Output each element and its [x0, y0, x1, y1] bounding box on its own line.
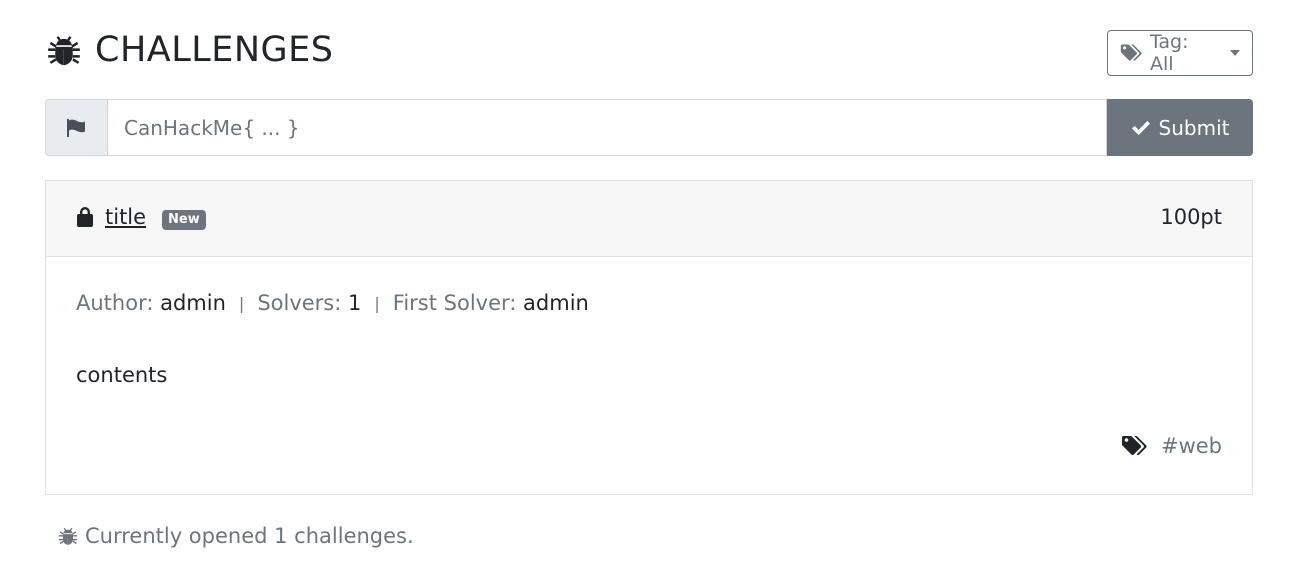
challenge-card-header: title New 100pt: [46, 181, 1252, 257]
chevron-down-icon: [1230, 50, 1240, 56]
flag-input[interactable]: [107, 99, 1107, 156]
new-badge: New: [162, 210, 206, 230]
check-icon: [1131, 120, 1150, 135]
meta-separator: |: [374, 293, 380, 313]
first-solver-label: First Solver:: [392, 291, 517, 315]
challenge-card-body: Author: admin | Solvers: 1 | First Solve…: [46, 257, 1252, 495]
page-header: CHALLENGES Tag: All: [45, 28, 1253, 76]
tag-web-link[interactable]: #web: [1161, 434, 1222, 458]
challenge-tags: #web: [1121, 434, 1222, 458]
challenge-points: 100pt: [1160, 205, 1222, 229]
author-label: Author:: [76, 291, 154, 315]
tags-icon: [1120, 44, 1142, 61]
challenge-meta: Author: admin | Solvers: 1 | First Solve…: [76, 291, 589, 315]
bug-icon: [58, 527, 78, 545]
submit-button-label: Submit: [1158, 115, 1230, 140]
solvers-label: Solvers:: [257, 291, 342, 315]
bug-icon: [48, 36, 80, 66]
tag-filter-dropdown[interactable]: Tag: All: [1107, 30, 1253, 76]
first-solver-value: admin: [523, 291, 589, 315]
meta-separator: |: [238, 293, 245, 313]
author-value: admin: [160, 291, 226, 315]
challenge-title-link[interactable]: title: [105, 205, 146, 229]
challenge-count-text: Currently opened 1 challenges.: [85, 524, 414, 548]
submit-button[interactable]: Submit: [1107, 99, 1253, 156]
solvers-value: 1: [348, 291, 362, 315]
challenge-contents: contents: [76, 363, 168, 387]
tags-icon: [1121, 436, 1147, 456]
challenge-count-note: Currently opened 1 challenges.: [57, 524, 414, 548]
flag-submit-form: Submit: [45, 99, 1253, 156]
challenge-card: title New 100pt Author: admin | Solvers:…: [45, 180, 1253, 495]
page-title-text: CHALLENGES: [95, 30, 334, 70]
tag-filter-label: Tag: All: [1149, 31, 1189, 75]
lock-icon: [77, 207, 93, 227]
flag-icon: [66, 118, 85, 137]
flag-input-addon: [45, 99, 107, 156]
page-title: CHALLENGES: [45, 30, 333, 70]
